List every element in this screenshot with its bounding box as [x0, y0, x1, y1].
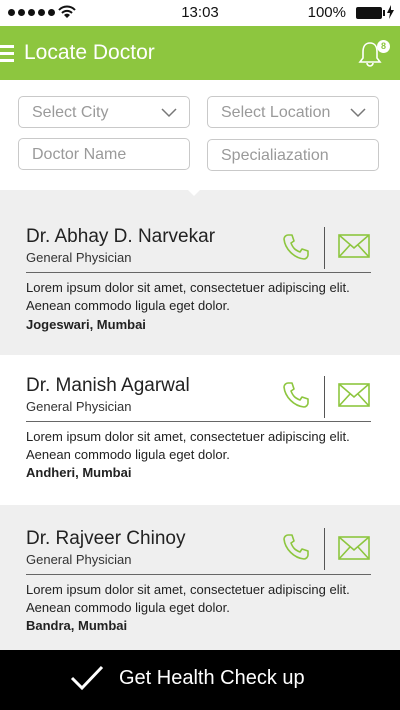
- select-location-dropdown[interactable]: Select Location: [207, 96, 379, 128]
- status-bar: 13:03 100%: [0, 0, 400, 26]
- health-checkup-button[interactable]: Get Health Check up: [0, 650, 400, 710]
- envelope-icon[interactable]: [338, 234, 370, 258]
- doctor-card[interactable]: Dr. Manish Agarwal General Physician Lor…: [0, 355, 400, 505]
- doctor-name: Dr. Rajveer Chinoy: [26, 528, 186, 549]
- chevron-down-icon: [350, 108, 366, 118]
- envelope-icon[interactable]: [338, 383, 370, 407]
- phone-icon[interactable]: [281, 532, 311, 562]
- hamburger-menu-icon[interactable]: [0, 45, 14, 66]
- doctor-description: Lorem ipsum dolor sit amet, consectetuer…: [26, 428, 381, 464]
- filter-pointer-arrow: [184, 186, 204, 196]
- specialization-placeholder: Specialiazation: [221, 147, 329, 164]
- envelope-icon[interactable]: [338, 536, 370, 560]
- page-title: Locate Doctor: [24, 41, 155, 64]
- action-divider: [324, 528, 325, 570]
- battery-percent: 100%: [307, 4, 346, 21]
- description-line: Aenean commodo ligula eget dolor.: [26, 447, 230, 462]
- card-divider: [26, 421, 371, 422]
- phone-icon[interactable]: [281, 380, 311, 410]
- phone-icon[interactable]: [281, 232, 311, 262]
- description-line: Lorem ipsum dolor sit amet, consectetuer…: [26, 280, 350, 295]
- doctor-card[interactable]: Dr. Rajveer Chinoy General Physician Lor…: [0, 505, 400, 650]
- card-divider: [26, 574, 371, 575]
- action-divider: [324, 376, 325, 418]
- doctor-location: Jogeswari, Mumbai: [26, 317, 146, 332]
- doctor-description: Lorem ipsum dolor sit amet, consectetuer…: [26, 581, 381, 617]
- doctor-name-placeholder: Doctor Name: [32, 146, 127, 163]
- doctor-specialty: General Physician: [26, 250, 132, 265]
- doctor-name: Dr. Abhay D. Narvekar: [26, 226, 216, 247]
- doctor-description: Lorem ipsum dolor sit amet, consectetuer…: [26, 279, 381, 315]
- select-location-placeholder: Select Location: [221, 104, 331, 121]
- select-city-placeholder: Select City: [32, 104, 109, 121]
- health-checkup-label: Get Health Check up: [119, 667, 305, 689]
- doctor-name: Dr. Manish Agarwal: [26, 375, 190, 396]
- doctor-location: Bandra, Mumbai: [26, 618, 128, 633]
- doctor-card[interactable]: Dr. Abhay D. Narvekar General Physician …: [0, 190, 400, 355]
- app-header: Locate Doctor 8: [0, 26, 400, 80]
- filter-panel: Select City Select Location Doctor Name …: [0, 80, 400, 190]
- chevron-down-icon: [161, 108, 177, 118]
- notification-badge: 8: [377, 40, 390, 53]
- checkmark-icon: [70, 665, 104, 691]
- battery-icon: [356, 7, 385, 19]
- doctor-specialty: General Physician: [26, 399, 132, 414]
- select-city-dropdown[interactable]: Select City: [18, 96, 190, 128]
- description-line: Lorem ipsum dolor sit amet, consectetuer…: [26, 429, 350, 444]
- action-divider: [324, 227, 325, 269]
- doctor-name-input[interactable]: Doctor Name: [18, 138, 190, 170]
- description-line: Lorem ipsum dolor sit amet, consectetuer…: [26, 582, 350, 597]
- description-line: Aenean commodo ligula eget dolor.: [26, 298, 230, 313]
- doctor-location: Andheri, Mumbai: [26, 465, 132, 480]
- doctor-specialty: General Physician: [26, 552, 132, 567]
- specialization-input[interactable]: Specialiazation: [207, 139, 379, 171]
- charging-icon: [387, 5, 394, 19]
- description-line: Aenean commodo ligula eget dolor.: [26, 600, 230, 615]
- card-divider: [26, 272, 371, 273]
